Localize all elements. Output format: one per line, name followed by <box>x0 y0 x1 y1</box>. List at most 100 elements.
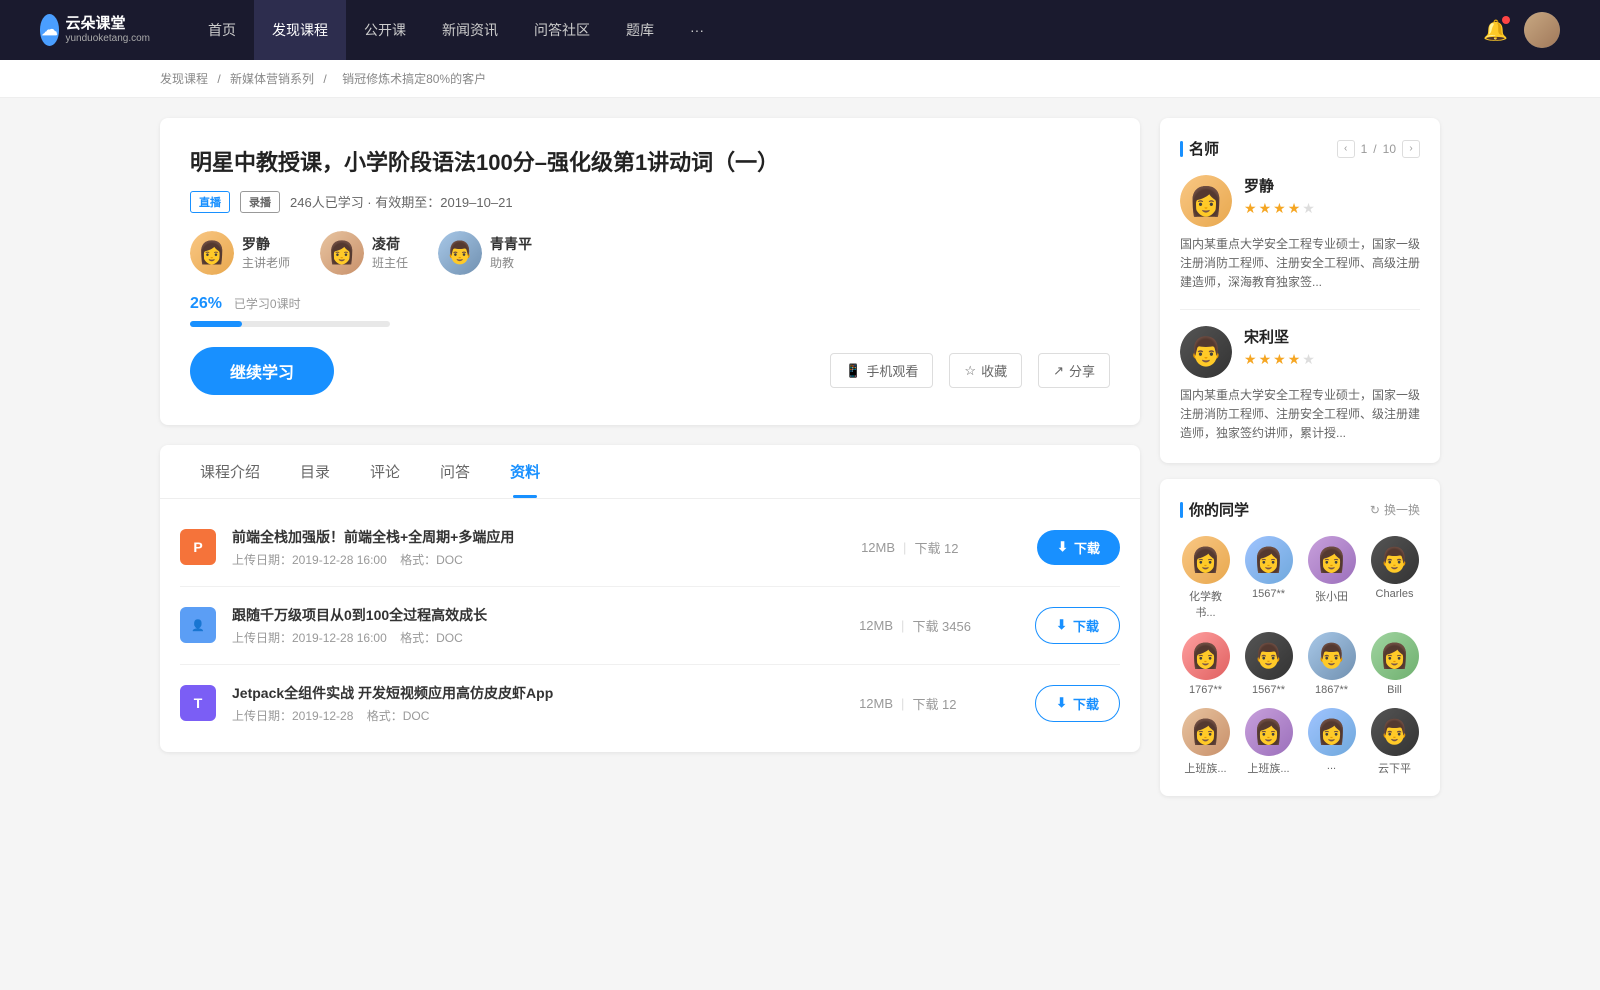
resource-meta-3: 上传日期：2019-12-28 格式：DOC <box>232 707 843 724</box>
classmates-grid: 👩 化学教书... 👩 1567** 👩 张小田 👨 Charles <box>1180 536 1420 776</box>
teacher-card-2: 👨 宋利坚 ★ ★ ★ ★ ★ 国内某重点大学安全工程专业硕士，国家一级注册消防… <box>1180 326 1420 444</box>
classmate-5[interactable]: 👩 1767** <box>1180 632 1231 696</box>
classmate-name-9: 上班族... <box>1184 760 1226 776</box>
teacher-divider <box>1180 309 1420 310</box>
action-row: 继续学习 📱 手机观看 ☆ 收藏 ↗ 分享 <box>190 347 1110 395</box>
classmate-12[interactable]: 👨 云下平 <box>1369 708 1420 776</box>
nav-news[interactable]: 新闻资讯 <box>424 0 516 60</box>
progress-sub: 已学习0课时 <box>234 295 301 312</box>
classmates-panel-title: 你的同学 <box>1180 499 1249 520</box>
resource-icon-1: P <box>180 529 216 565</box>
tab-resource[interactable]: 资料 <box>490 445 560 498</box>
mobile-icon: 📱 <box>845 363 861 379</box>
nav-discover[interactable]: 发现课程 <box>254 0 346 60</box>
download-button-3[interactable]: ⬇ 下载 <box>1035 685 1120 722</box>
logo-icon: ☁ <box>40 14 59 46</box>
tab-intro[interactable]: 课程介绍 <box>180 445 280 498</box>
download-icon-1: ⬇ <box>1057 539 1068 555</box>
refresh-button[interactable]: ↻ 换一换 <box>1370 501 1420 518</box>
classmate-8[interactable]: 👩 Bill <box>1369 632 1420 696</box>
classmate-4[interactable]: 👨 Charles <box>1369 536 1420 620</box>
breadcrumb-series[interactable]: 新媒体营销系列 <box>230 72 314 86</box>
teachers-panel-nav: ‹ 1 / 10 › <box>1337 140 1420 158</box>
teacher-role-1: 主讲老师 <box>242 254 290 271</box>
course-meta: 直播 录播 246人已学习 · 有效期至：2019–10–21 <box>190 191 1110 213</box>
next-teacher-button[interactable]: › <box>1402 140 1420 158</box>
resource-meta-2: 上传日期：2019-12-28 16:00 格式：DOC <box>232 629 843 646</box>
teacher-avatar-3: 👨 <box>438 231 482 275</box>
logo-area[interactable]: ☁ 云朵课堂 yunduoketang.com <box>40 12 150 48</box>
teachers-panel: 名师 ‹ 1 / 10 › 👩 罗静 <box>1160 118 1440 463</box>
tc-desc-1: 国内某重点大学安全工程专业硕士，国家一级注册消防工程师、注册安全工程师、高级注册… <box>1180 235 1420 293</box>
classmate-avatar-10: 👩 <box>1245 708 1293 756</box>
share-icon: ↗ <box>1053 363 1064 379</box>
teacher-avatar-2: 👩 <box>320 231 364 275</box>
download-button-2[interactable]: ⬇ 下载 <box>1035 607 1120 644</box>
tc-name-2: 宋利坚 <box>1244 326 1315 347</box>
nav-exam[interactable]: 题库 <box>608 0 672 60</box>
classmate-7[interactable]: 👨 1867** <box>1306 632 1357 696</box>
bell-button[interactable]: 🔔 <box>1483 18 1508 43</box>
breadcrumb-discover[interactable]: 发现课程 <box>160 72 208 86</box>
teacher-name-1: 罗静 <box>242 234 290 254</box>
teacher-1: 👩 罗静 主讲老师 <box>190 231 290 275</box>
classmate-3[interactable]: 👩 张小田 <box>1306 536 1357 620</box>
teachers-total: 10 <box>1383 142 1396 156</box>
classmate-10[interactable]: 👩 上班族... <box>1243 708 1294 776</box>
teacher-name-3: 青青平 <box>490 234 532 254</box>
progress-bar-wrap <box>190 321 390 327</box>
badge-record: 录播 <box>240 191 280 213</box>
left-column: 明星中教授课，小学阶段语法100分–强化级第1讲动词（一） 直播 录播 246人… <box>160 118 1140 812</box>
tab-comment[interactable]: 评论 <box>350 445 420 498</box>
classmates-panel-header: 你的同学 ↻ 换一换 <box>1180 499 1420 520</box>
action-buttons: 📱 手机观看 ☆ 收藏 ↗ 分享 <box>830 353 1110 388</box>
nav-more[interactable]: ··· <box>672 0 722 60</box>
classmate-1[interactable]: 👩 化学教书... <box>1180 536 1231 620</box>
classmate-9[interactable]: 👩 上班族... <box>1180 708 1231 776</box>
resource-name-3: Jetpack全组件实战 开发短视频应用高仿皮皮虾App <box>232 683 843 703</box>
resource-icon-2: 👤 <box>180 607 216 643</box>
share-button[interactable]: ↗ 分享 <box>1038 353 1110 388</box>
download-icon-3: ⬇ <box>1056 695 1067 711</box>
tc-name-1: 罗静 <box>1244 175 1315 196</box>
teacher-role-3: 助教 <box>490 254 532 271</box>
mobile-watch-button[interactable]: 📱 手机观看 <box>830 353 933 388</box>
download-icon-2: ⬇ <box>1056 617 1067 633</box>
teacher-3: 👨 青青平 助教 <box>438 231 532 275</box>
prev-teacher-button[interactable]: ‹ <box>1337 140 1355 158</box>
progress-section: 26% 已学习0课时 <box>190 295 1110 327</box>
resource-item-1: P 前端全栈加强版！前端全栈+全周期+多端应用 上传日期：2019-12-28 … <box>180 509 1120 587</box>
navbar: ☁ 云朵课堂 yunduoketang.com 首页 发现课程 公开课 新闻资讯… <box>0 0 1600 60</box>
resource-icon-person: 👤 <box>191 619 205 632</box>
nav-qa[interactable]: 问答社区 <box>516 0 608 60</box>
classmate-name-10: 上班族... <box>1247 760 1289 776</box>
classmate-avatar-7: 👨 <box>1308 632 1356 680</box>
tabs-section: 课程介绍 目录 评论 问答 资料 P 前端全栈加强版！前端全栈+全周期+多端应用… <box>160 445 1140 752</box>
teacher-card-1: 👩 罗静 ★ ★ ★ ★ ★ 国内某重点大学安全工程专业硕士，国家一级注册消防工… <box>1180 175 1420 293</box>
classmate-name-8: Bill <box>1387 684 1402 696</box>
nav-open[interactable]: 公开课 <box>346 0 424 60</box>
tab-qa[interactable]: 问答 <box>420 445 490 498</box>
classmate-6[interactable]: 👨 1567** <box>1243 632 1294 696</box>
classmate-name-3: 张小田 <box>1315 588 1348 604</box>
classmate-11[interactable]: 👩 ... <box>1306 708 1357 776</box>
classmate-name-1: 化学教书... <box>1180 588 1231 620</box>
classmate-avatar-9: 👩 <box>1182 708 1230 756</box>
tc-stars-1: ★ ★ ★ ★ ★ <box>1244 200 1315 217</box>
notification-dot <box>1502 16 1510 24</box>
badge-live: 直播 <box>190 191 230 213</box>
resource-item-2: 👤 跟随千万级项目从0到100全过程高效成长 上传日期：2019-12-28 1… <box>180 587 1120 665</box>
classmate-avatar-2: 👩 <box>1245 536 1293 584</box>
classmate-avatar-3: 👩 <box>1308 536 1356 584</box>
collect-button[interactable]: ☆ 收藏 <box>949 353 1022 388</box>
user-avatar[interactable] <box>1524 12 1560 48</box>
continue-button[interactable]: 继续学习 <box>190 347 334 395</box>
download-button-1[interactable]: ⬇ 下载 <box>1037 530 1120 565</box>
classmate-2[interactable]: 👩 1567** <box>1243 536 1294 620</box>
progress-label: 26% <box>190 295 222 312</box>
resource-item-3: T Jetpack全组件实战 开发短视频应用高仿皮皮虾App 上传日期：2019… <box>180 665 1120 742</box>
tab-catalog[interactable]: 目录 <box>280 445 350 498</box>
teachers-panel-header: 名师 ‹ 1 / 10 › <box>1180 138 1420 159</box>
nav-home[interactable]: 首页 <box>190 0 254 60</box>
resource-stats-3: 12MB | 下载 12 <box>859 694 1019 713</box>
